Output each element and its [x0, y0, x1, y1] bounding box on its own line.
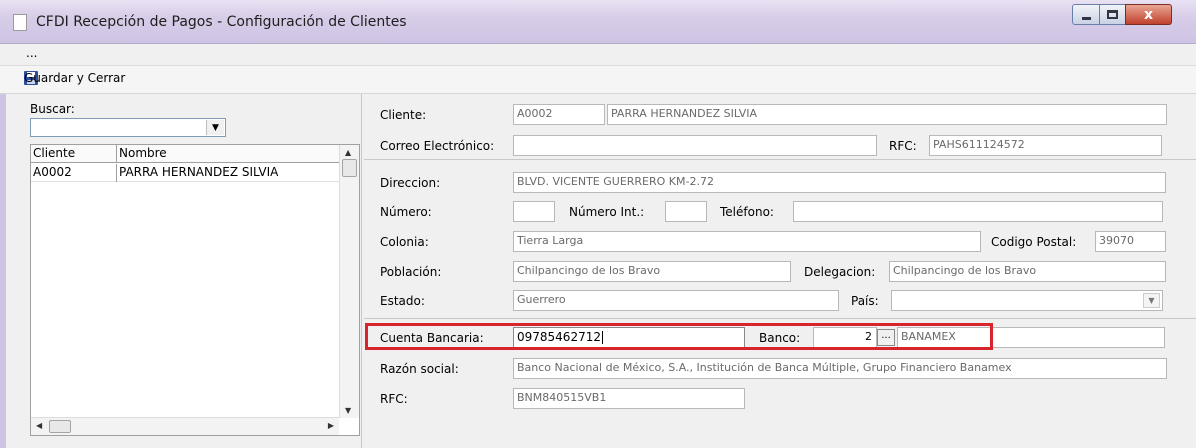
cell-nombre: PARRA HERNANDEZ SILVIA [119, 165, 279, 179]
rfc-field[interactable]: PAHS611124572 [929, 135, 1162, 156]
search-combobox[interactable]: ▼ [30, 118, 226, 137]
poblacion-field[interactable]: Chilpancingo de los Bravo [513, 261, 791, 282]
window-title: CFDI Recepción de Pagos - Configuración … [36, 14, 407, 30]
search-label: Buscar: [30, 102, 75, 116]
codigo-postal-field[interactable]: 39070 [1095, 231, 1166, 252]
save-close-button[interactable]: Guardar y Cerrar [24, 71, 125, 85]
toolbar: Guardar y Cerrar [0, 66, 1196, 94]
rfc-label: RFC: [889, 139, 917, 153]
scroll-up-icon[interactable]: ▲ [345, 148, 351, 157]
delegacion-label: Delegacion: [804, 265, 876, 279]
window-icon [13, 14, 27, 31]
scroll-down-icon[interactable]: ▼ [345, 406, 351, 415]
razon-social-field[interactable]: Banco Nacional de México, S.A., Instituc… [513, 358, 1167, 379]
column-divider [116, 164, 117, 182]
highlight-box [365, 323, 993, 350]
colonia-field[interactable]: Tierra Larga [513, 231, 981, 252]
close-icon: x [1143, 6, 1154, 23]
scroll-left-icon[interactable]: ◀ [36, 421, 42, 430]
minimize-icon [1081, 16, 1091, 20]
section-divider [364, 159, 1196, 160]
direccion-label: Direccion: [380, 176, 441, 190]
minimize-button[interactable] [1072, 4, 1100, 25]
pais-label: País: [851, 294, 879, 308]
estado-field[interactable]: Guerrero [513, 290, 839, 311]
codigo-postal-label: Codigo Postal: [991, 235, 1077, 249]
delegacion-field[interactable]: Chilpancingo de los Bravo [889, 261, 1166, 282]
menu-overflow[interactable]: ... [26, 46, 37, 60]
column-header-cliente[interactable]: Cliente [33, 146, 75, 162]
cliente-code-field[interactable]: A0002 [513, 104, 605, 125]
estado-label: Estado: [380, 294, 425, 308]
save-close-label: Guardar y Cerrar [24, 71, 126, 85]
title-bar: CFDI Recepción de Pagos - Configuración … [0, 0, 1196, 44]
cell-cliente: A0002 [33, 165, 72, 179]
poblacion-label: Población: [380, 265, 442, 279]
chevron-down-icon[interactable]: ▼ [1143, 293, 1160, 308]
section-divider [364, 318, 1196, 319]
telefono-label: Teléfono: [720, 205, 774, 219]
client-list-panel: Buscar: ▼ Cliente Nombre A0002 PARRA HER… [6, 94, 362, 448]
column-divider[interactable] [116, 145, 117, 163]
telefono-field[interactable] [793, 201, 1163, 222]
client-grid: Cliente Nombre A0002 PARRA HERNANDEZ SIL… [30, 144, 360, 436]
numero-int-label: Número Int.: [569, 205, 645, 219]
cliente-label: Cliente: [380, 108, 427, 122]
scroll-thumb[interactable] [49, 420, 71, 433]
chevron-down-icon[interactable]: ▼ [206, 120, 224, 135]
direccion-field[interactable]: BLVD. VICENTE GUERRERO KM-2.72 [513, 172, 1166, 193]
email-field[interactable] [513, 135, 877, 156]
scroll-thumb[interactable] [342, 159, 357, 177]
razon-social-label: Razón social: [380, 362, 459, 376]
rfc-banco-field[interactable]: BNM840515VB1 [513, 388, 745, 409]
rfc-banco-label: RFC: [380, 392, 408, 406]
correo-label: Correo Electrónico: [380, 139, 495, 153]
colonia-label: Colonia: [380, 235, 429, 249]
cliente-name-field[interactable]: PARRA HERNANDEZ SILVIA [607, 104, 1167, 125]
menu-bar: ... [0, 44, 1196, 66]
numero-field[interactable] [513, 201, 555, 222]
numero-int-field[interactable] [665, 201, 707, 222]
scroll-right-icon[interactable]: ▶ [328, 421, 334, 430]
numero-label: Número: [380, 205, 432, 219]
vertical-scrollbar[interactable]: ▲ ▼ [339, 145, 359, 418]
maximize-button[interactable] [1099, 4, 1126, 25]
table-row[interactable]: A0002 PARRA HERNANDEZ SILVIA [31, 164, 339, 182]
pais-select[interactable]: ▼ [891, 290, 1163, 311]
maximize-icon [1107, 10, 1118, 19]
grid-header: Cliente Nombre [31, 145, 339, 163]
close-button[interactable]: x [1125, 4, 1172, 25]
column-header-nombre[interactable]: Nombre [119, 146, 167, 162]
horizontal-scrollbar[interactable]: ◀ ▶ [31, 417, 339, 435]
